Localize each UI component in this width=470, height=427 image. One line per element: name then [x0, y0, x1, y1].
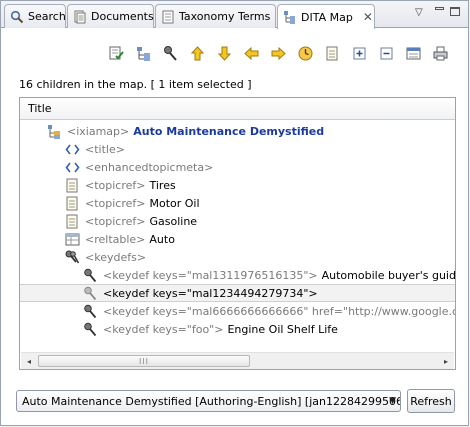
tab-taxonomy-terms[interactable]: Taxonomy Terms	[155, 4, 276, 28]
tab-dita-map[interactable]: DITA Map ✕	[277, 4, 375, 29]
key-icon	[82, 303, 98, 319]
element-tag: <topicref>	[85, 196, 146, 210]
element-tag: <keydef keys="foo">	[103, 322, 224, 336]
key-icon[interactable]	[160, 43, 181, 64]
collapse-all-icon[interactable]	[376, 43, 397, 64]
arrow-up-icon[interactable]	[187, 43, 208, 64]
documents-icon	[73, 10, 87, 24]
key-icon	[82, 285, 98, 301]
dita-map-view: Search Documents Taxonomy Terms DITA Map…	[0, 0, 469, 426]
scrollbar-thumb[interactable]: III	[38, 355, 250, 367]
tree-row-keydef[interactable]: <keydef keys="foo"> Engine Oil Shelf Lif…	[20, 320, 455, 338]
column-header-title[interactable]: Title	[20, 98, 455, 120]
keydef-title: Automobile buyer's guide	[321, 268, 456, 282]
topic-icon	[64, 213, 80, 229]
tree-row-topicref[interactable]: <topicref> Gasoline	[20, 212, 455, 230]
keydef-title: Engine Oil Shelf Life	[227, 322, 338, 336]
arrow-left-icon[interactable]	[241, 43, 262, 64]
tree-row-keydef[interactable]: <keydef keys="mal6666666666666" href="ht…	[20, 302, 455, 320]
map-tree-icon[interactable]	[133, 43, 154, 64]
tab-label: Documents	[91, 10, 154, 23]
arrow-down-icon[interactable]	[214, 43, 235, 64]
new-topic-icon[interactable]	[322, 43, 343, 64]
tree-row-keydefs[interactable]: <keydefs>	[20, 248, 455, 266]
map-tree[interactable]: Title <ixiamap> Auto Maintenance Demysti…	[19, 97, 456, 370]
tab-documents[interactable]: Documents	[67, 4, 154, 28]
element-icon	[64, 141, 80, 157]
map-select-dropdown[interactable]: Auto Maintenance Demystified [Authoring-…	[16, 390, 401, 412]
map-title: Auto Maintenance Demystified	[133, 124, 325, 138]
scroll-left-icon[interactable]: ◂	[21, 353, 37, 369]
reltable-title: Auto	[149, 232, 175, 246]
tree-row-title[interactable]: <title>	[20, 140, 455, 158]
arrow-right-icon[interactable]	[268, 43, 289, 64]
keydefs-icon	[64, 249, 80, 265]
chevron-down-icon[interactable]: ▼	[389, 396, 396, 406]
tree-row-reltable[interactable]: <reltable> Auto	[20, 230, 455, 248]
search-icon	[10, 10, 24, 24]
tab-label: Search	[28, 10, 66, 23]
element-tag: <topicref>	[85, 178, 146, 192]
print-icon[interactable]	[430, 43, 451, 64]
table-icon	[64, 231, 80, 247]
close-icon[interactable]: ✕	[363, 10, 373, 24]
element-tag: <keydef keys="mal6666666666666" href="ht…	[103, 304, 456, 318]
element-tag: <enhancedtopicmeta>	[85, 160, 214, 174]
tree-row-keydef-selected[interactable]: <keydef keys="mal1234494279734">	[20, 284, 455, 302]
topic-icon	[64, 177, 80, 193]
minimize-icon[interactable]	[435, 7, 444, 10]
element-tag: <keydefs>	[85, 250, 147, 264]
clock-icon[interactable]	[295, 43, 316, 64]
topic-icon	[64, 195, 80, 211]
expand-all-icon[interactable]	[349, 43, 370, 64]
tree-row-topicref[interactable]: <topicref> Tires	[20, 176, 455, 194]
topic-title: Gasoline	[149, 214, 198, 228]
element-tag: <topicref>	[85, 214, 146, 228]
dita-map-icon	[283, 10, 297, 24]
tab-search[interactable]: Search	[4, 4, 66, 28]
map-icon	[46, 123, 62, 139]
element-tag: <ixiamap>	[67, 124, 130, 138]
view-menu-icon[interactable]: ▽	[415, 7, 423, 18]
tree-row-enhancedtopicmeta[interactable]: <enhancedtopicmeta>	[20, 158, 455, 176]
tree-row-topicref[interactable]: <topicref> Motor Oil	[20, 194, 455, 212]
element-tag: <keydef keys="mal1234494279734">	[103, 286, 318, 300]
key-icon	[82, 267, 98, 283]
properties-icon[interactable]	[403, 43, 424, 64]
tab-label: DITA Map	[301, 10, 353, 24]
refresh-button[interactable]: Refresh	[407, 389, 455, 413]
scroll-right-icon[interactable]: ▸	[438, 353, 454, 369]
element-tag: <title>	[85, 142, 125, 156]
tab-label: Taxonomy Terms	[179, 10, 271, 23]
map-select-value: Auto Maintenance Demystified [Authoring-…	[22, 394, 401, 408]
validate-icon[interactable]	[106, 43, 127, 64]
status-text: 16 children in the map. [ 1 item selecte…	[19, 78, 252, 91]
tree-row-ixiamap[interactable]: <ixiamap> Auto Maintenance Demystified	[20, 122, 455, 140]
element-icon	[64, 159, 80, 175]
key-icon	[82, 321, 98, 337]
topic-title: Motor Oil	[149, 196, 200, 210]
horizontal-scrollbar[interactable]: ◂ III ▸	[21, 352, 454, 369]
element-tag: <keydef keys="mal1311976516135">	[103, 268, 318, 282]
tab-bar: Search Documents Taxonomy Terms DITA Map…	[1, 1, 468, 29]
topic-title: Tires	[149, 178, 176, 192]
toolbar	[106, 43, 451, 65]
element-tag: <reltable>	[85, 232, 146, 246]
maximize-icon[interactable]	[450, 7, 460, 16]
tree-row-keydef[interactable]: <keydef keys="mal1311976516135"> Automob…	[20, 266, 455, 284]
taxonomy-icon	[161, 10, 175, 24]
